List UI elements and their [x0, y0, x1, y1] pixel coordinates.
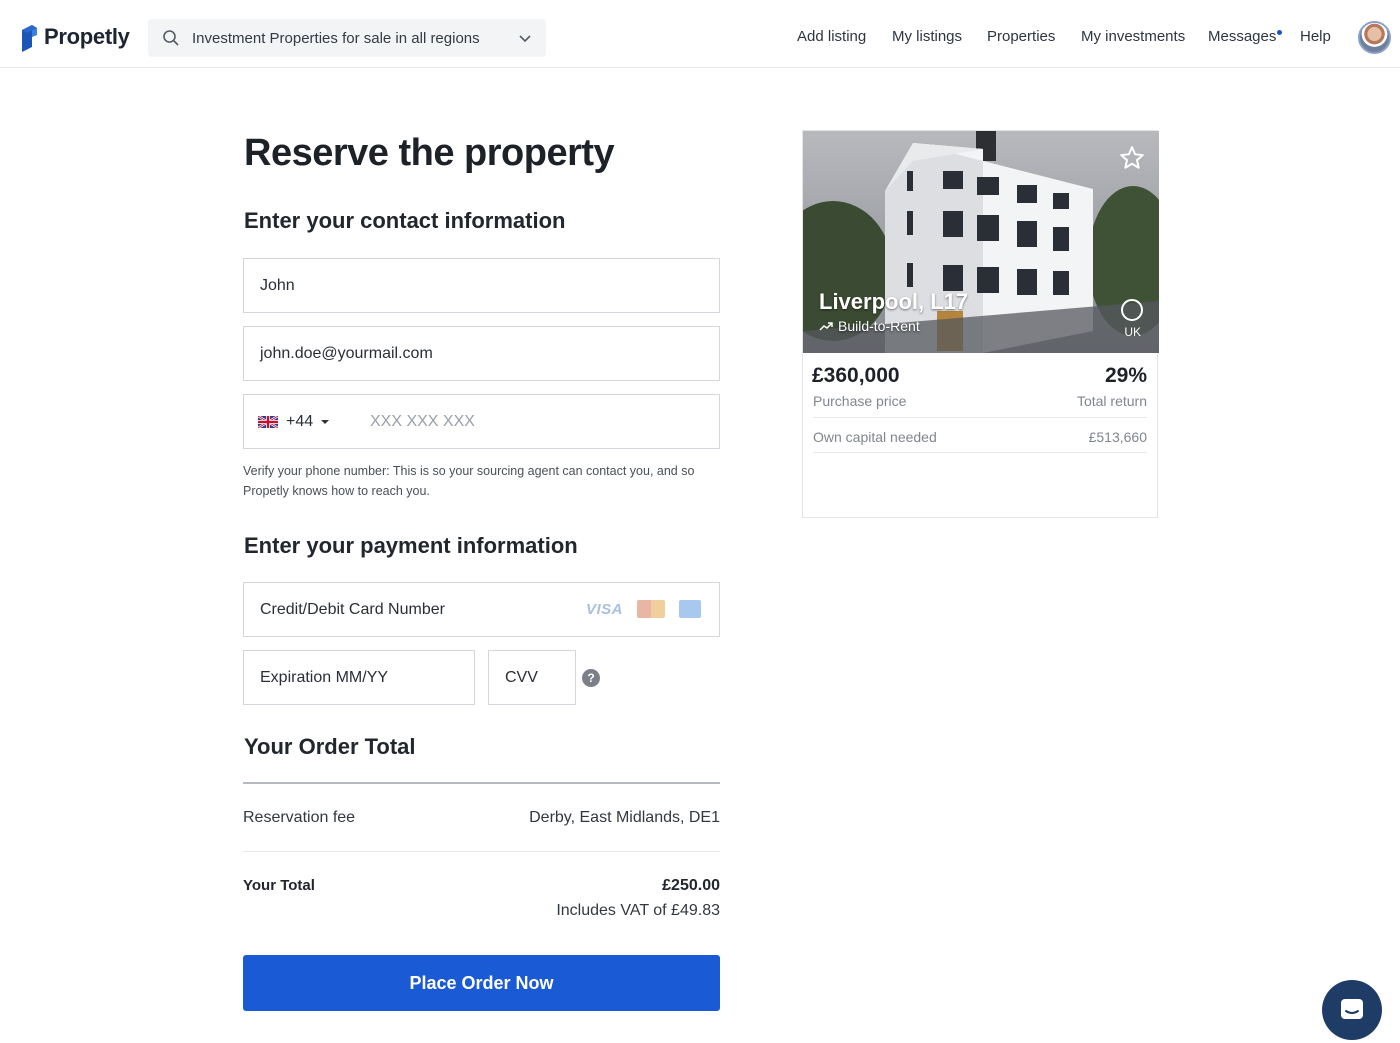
favorite-star-icon[interactable] — [1119, 145, 1145, 171]
chevron-down-icon[interactable] — [518, 31, 532, 45]
phone-field[interactable]: +44 XXX XXX XXX — [243, 394, 720, 449]
search-icon — [163, 30, 179, 46]
nav-properties[interactable]: Properties — [987, 28, 1055, 45]
card-divider — [813, 417, 1147, 418]
search-value: Investment Properties for sale in all re… — [192, 29, 480, 47]
nav-my-listings[interactable]: My listings — [892, 28, 962, 45]
property-strategy: Build-to-Rent — [819, 318, 920, 334]
fee-label: Reservation fee — [243, 809, 356, 826]
purchase-price: £360,000 — [812, 364, 900, 387]
search-bar[interactable]: Investment Properties for sale in all re… — [148, 19, 546, 57]
name-value: John — [260, 276, 295, 294]
contact-heading: Enter your contact information — [244, 208, 566, 233]
brand-name: Propetly — [44, 24, 130, 49]
country-code-select[interactable]: +44 — [258, 413, 370, 431]
property-strategy-label: Build-to-Rent — [838, 318, 920, 334]
chat-icon — [1341, 999, 1363, 1019]
property-country: UK — [1124, 325, 1141, 339]
total-return-label: Total return — [1076, 393, 1147, 409]
card-divider-2 — [813, 452, 1147, 453]
cvv-field[interactable]: CVV — [488, 650, 576, 705]
propetly-logo[interactable]: Propetly — [20, 20, 130, 54]
capital-value: £513,660 — [1088, 429, 1147, 445]
fee-divider — [243, 851, 720, 852]
chat-launcher-button[interactable] — [1322, 980, 1382, 1040]
purchase-price-label: Purchase price — [813, 393, 907, 409]
uk-flag-icon — [258, 415, 278, 428]
caret-down-icon — [321, 419, 330, 424]
order-heading: Your Order Total — [244, 734, 416, 759]
vat-note: Includes VAT of £49.83 — [556, 902, 720, 919]
expiry-field[interactable]: Expiration MM/YY — [243, 650, 475, 705]
property-card[interactable]: Liverpool, L17 Build-to-Rent UK £360,000… — [802, 130, 1159, 518]
email-field[interactable]: john.doe@yourmail.com — [243, 326, 720, 381]
email-value: john.doe@yourmail.com — [260, 344, 433, 362]
fee-value: Derby, East Midlands, DE1 — [529, 809, 720, 826]
order-divider — [243, 782, 720, 784]
card-number-field[interactable]: Credit/Debit Card Number VISA — [243, 582, 720, 637]
card-number-placeholder: Credit/Debit Card Number — [260, 600, 445, 618]
top-header: Propetly Investment Properties for sale … — [0, 0, 1400, 68]
place-order-button[interactable]: Place Order Now — [243, 955, 720, 1011]
name-field[interactable]: John — [243, 258, 720, 313]
total-label: Your Total — [243, 877, 315, 894]
nav-my-investments[interactable]: My investments — [1081, 28, 1185, 45]
trend-up-icon — [819, 322, 833, 331]
unread-dot — [1277, 30, 1282, 35]
nav-add-listing[interactable]: Add listing — [797, 28, 866, 45]
visa-logo: VISA — [585, 600, 623, 618]
expiry-placeholder: Expiration MM/YY — [260, 668, 389, 686]
phone-help-text: Verify your phone number: This is so you… — [243, 464, 695, 498]
cvv-help-icon[interactable]: ? — [582, 669, 600, 687]
globe-icon — [1121, 299, 1143, 321]
user-avatar[interactable] — [1358, 21, 1391, 54]
mastercard-icon — [637, 600, 665, 618]
total-return: 29% — [1104, 364, 1147, 387]
nav-messages[interactable]: Messages — [1208, 28, 1276, 45]
phone-code: +44 — [286, 412, 314, 430]
card-brand-logos: VISA — [586, 600, 701, 618]
logo-mark-icon — [22, 25, 37, 52]
total-value: £250.00 — [662, 877, 720, 894]
phone-input[interactable]: XXX XXX XXX — [370, 413, 475, 431]
property-photo: Liverpool, L17 Build-to-Rent UK — [803, 131, 1159, 353]
amex-icon — [679, 600, 701, 618]
capital-label: Own capital needed — [813, 429, 937, 445]
payment-heading: Enter your payment information — [244, 533, 578, 558]
property-city: Liverpool, L17 — [819, 289, 969, 314]
cvv-placeholder: CVV — [505, 668, 538, 686]
nav-help[interactable]: Help — [1300, 28, 1331, 45]
page-title: Reserve the property — [244, 132, 615, 174]
